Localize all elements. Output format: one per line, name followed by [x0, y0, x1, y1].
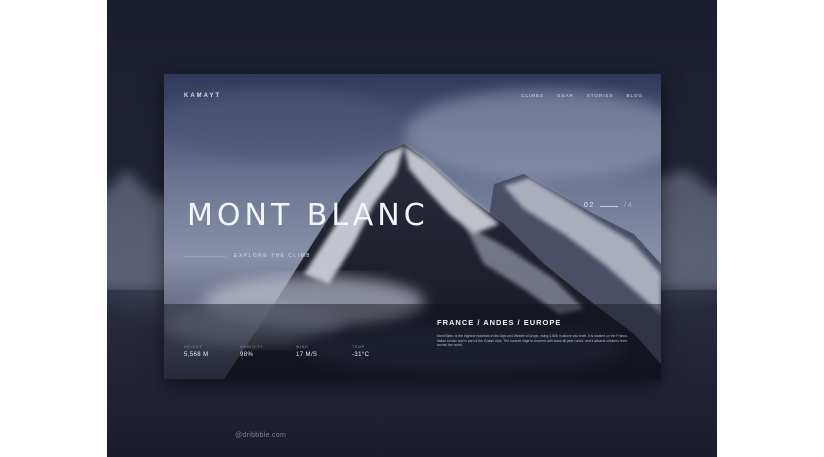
stat-label: HUMIDITY	[240, 345, 264, 349]
stat-value: 5,568 M	[184, 352, 209, 358]
stat-humidity: HUMIDITY 98%	[240, 345, 280, 358]
stat-wind: WIND 17 M/S	[296, 345, 336, 358]
nav-item-stories[interactable]: STORIES	[587, 93, 614, 98]
subtitle-line	[184, 256, 226, 257]
nav-item-climbs[interactable]: CLIMBS	[521, 93, 544, 98]
slide-total: / 4	[624, 202, 632, 209]
stat-value: 17 M/S	[296, 352, 318, 358]
slide-divider	[600, 206, 618, 207]
stat-value: -31°C	[352, 352, 370, 358]
nav-item-blog[interactable]: BLOG	[626, 93, 643, 98]
slide-current: 02	[584, 202, 595, 209]
brand-logo[interactable]: KAMAYT	[184, 93, 221, 99]
stat-label: WIND	[296, 345, 309, 349]
page-title: MONT BLANC	[187, 198, 429, 233]
stats-row: HEIGHT 5,568 M HUMIDITY 98% WIND 17 M/S …	[184, 345, 392, 358]
explore-link[interactable]: EXPLORE THE CLIMB	[234, 253, 311, 259]
stat-value: 98%	[240, 352, 254, 358]
location-heading: FRANCE / ANDES / EUROPE	[437, 318, 562, 327]
stat-label: TEMP	[352, 345, 365, 349]
main-nav: CLIMBS GEAR STORIES BLOG	[521, 93, 643, 98]
description-paragraph: Mont Blanc is the highest mountain in th…	[437, 334, 629, 348]
hero-card: KAMAYT CLIMBS GEAR STORIES BLOG MONT BLA…	[164, 74, 661, 379]
description-text: Mont Blanc is the highest mountain in th…	[437, 334, 633, 348]
stat-height: HEIGHT 5,568 M	[184, 345, 224, 358]
stat-temp: TEMP -31°C	[352, 345, 392, 358]
stat-label: HEIGHT	[184, 345, 203, 349]
author-handle: @dribbble.com	[235, 432, 287, 439]
nav-item-gear[interactable]: GEAR	[557, 93, 574, 98]
